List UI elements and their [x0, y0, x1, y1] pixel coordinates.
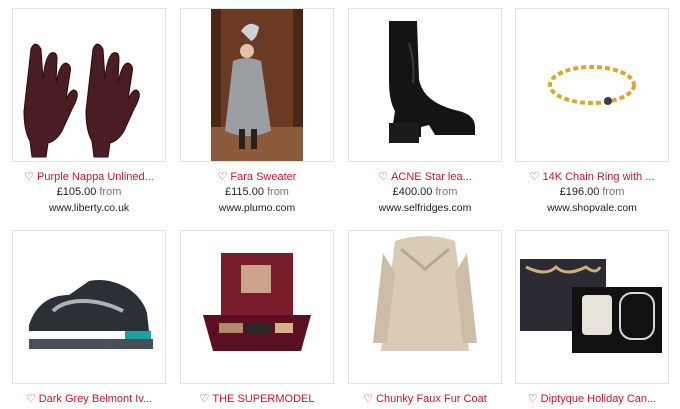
product-price-row: £105.00 from: [12, 186, 166, 198]
product-price-row: £115.00 from: [180, 186, 334, 198]
product-title-link[interactable]: ♡ Fara Sweater: [180, 170, 334, 183]
product-image-palette[interactable]: [180, 230, 334, 384]
makeup-palette-image: [203, 253, 311, 351]
sweater-model-image: [211, 9, 303, 161]
product-price: £400.00: [392, 186, 433, 198]
product-image-coat[interactable]: [348, 230, 502, 384]
heart-icon[interactable]: ♡: [24, 171, 34, 183]
product-title[interactable]: Purple Nappa Unlined...: [37, 171, 154, 183]
product-image-sweater[interactable]: [180, 8, 334, 162]
store-link[interactable]: www.selfridges.com: [348, 202, 502, 214]
product-title[interactable]: Fara Sweater: [230, 171, 296, 183]
product-price: £115.00: [225, 186, 264, 198]
product-title[interactable]: Chunky Faux Fur Coat: [376, 393, 487, 405]
fur-coat-image: [373, 236, 477, 351]
product-image-sneaker[interactable]: [12, 230, 166, 384]
price-from-label: from: [99, 186, 122, 198]
product-price-row: £196.00 from: [515, 186, 669, 198]
product-title[interactable]: ACNE Star lea...: [391, 171, 472, 183]
product-price-row: £400.00 from: [348, 186, 502, 198]
product-image-boot[interactable]: [348, 8, 502, 162]
heart-icon[interactable]: ♡: [528, 393, 538, 405]
product-title[interactable]: 14K Chain Ring with ...: [542, 171, 654, 183]
heart-icon[interactable]: ♡: [218, 171, 228, 183]
product-title-link[interactable]: ♡ THE SUPERMODEL: [180, 392, 334, 405]
product-image-ring[interactable]: [515, 8, 669, 162]
product-title-link[interactable]: ♡ Diptyque Holiday Can...: [515, 392, 669, 405]
candle-set-image: [520, 259, 662, 353]
sneaker-image: [29, 280, 153, 349]
product-title[interactable]: Dark Grey Belmont Iv...: [39, 393, 153, 405]
heart-icon[interactable]: ♡: [363, 393, 373, 405]
heart-icon[interactable]: ♡: [530, 171, 540, 183]
price-from-label: from: [435, 186, 458, 198]
heart-icon[interactable]: ♡: [26, 393, 36, 405]
product-title-link[interactable]: ♡ Chunky Faux Fur Coat: [348, 392, 502, 405]
price-from-label: from: [602, 186, 625, 198]
product-image-gloves[interactable]: [12, 8, 166, 162]
product-title-link[interactable]: ♡ ACNE Star lea...: [348, 170, 502, 183]
product-title[interactable]: THE SUPERMODEL: [212, 393, 314, 405]
ankle-boot-image: [389, 21, 475, 143]
product-title[interactable]: Diptyque Holiday Can...: [541, 393, 657, 405]
product-image-candle[interactable]: [515, 230, 669, 384]
store-link[interactable]: www.liberty.co.uk: [12, 202, 166, 214]
price-from-label: from: [266, 186, 289, 198]
store-link[interactable]: www.plumo.com: [180, 202, 334, 214]
gloves-image: [23, 43, 140, 158]
product-title-link[interactable]: ♡ Purple Nappa Unlined...: [12, 170, 166, 183]
product-price: £196.00: [559, 186, 600, 198]
product-grid: ♡ Purple Nappa Unlined... £105.00 from www…: [0, 0, 680, 409]
heart-icon[interactable]: ♡: [378, 171, 388, 183]
chain-ring-image: [548, 65, 636, 105]
product-price: £105.00: [56, 186, 97, 198]
store-link[interactable]: www.shopvale.com: [515, 202, 669, 214]
product-title-link[interactable]: ♡ 14K Chain Ring with ...: [515, 170, 669, 183]
product-title-link[interactable]: ♡ Dark Grey Belmont Iv...: [12, 392, 166, 405]
heart-icon[interactable]: ♡: [200, 393, 210, 405]
